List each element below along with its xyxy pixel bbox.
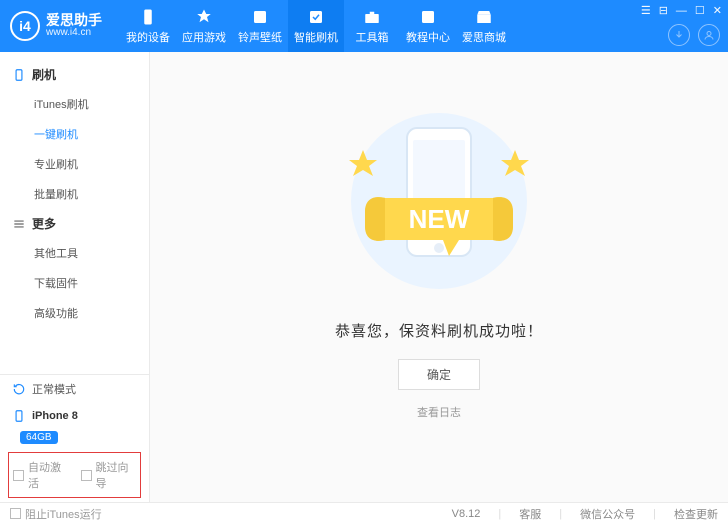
book-icon [419,8,437,26]
status-wechat[interactable]: 微信公众号 [580,506,635,522]
sidebar-item-download-fw[interactable]: 下载固件 [0,268,149,298]
nav-apps[interactable]: 应用游戏 [176,0,232,52]
user-button[interactable] [698,24,720,46]
success-illustration: NEW [150,106,728,296]
lock-icon[interactable]: ⊟ [659,4,668,17]
sidebar-item-other-tools[interactable]: 其他工具 [0,238,149,268]
checkbox-skip-wizard[interactable]: 跳过向导 [81,459,137,491]
success-message: 恭喜您，保资料刷机成功啦！ [335,320,543,341]
window-controls: ☰ ⊟ — ☐ ✕ [641,4,722,17]
phone-icon [139,8,157,26]
sidebar-item-pro-flash[interactable]: 专业刷机 [0,149,149,179]
app-icon [195,8,213,26]
sidebar-group-flash[interactable]: 刷机 [0,60,149,89]
checkbox-block-itunes[interactable]: 阻止iTunes运行 [10,506,102,522]
user-icon [703,29,715,41]
status-service[interactable]: 客服 [519,506,541,522]
checkbox-auto-activate[interactable]: 自动激活 [13,459,69,491]
top-nav: 我的设备 应用游戏 铃声壁纸 智能刷机 工具箱 教程中心 爱思商城 [120,0,512,52]
close-icon[interactable]: ✕ [713,4,722,17]
content-area: NEW 恭喜您，保资料刷机成功啦！ 确定 查看日志 [150,52,728,502]
phone-outline-icon [12,409,26,423]
store-icon [475,8,493,26]
sidebar-group-more[interactable]: 更多 [0,209,149,238]
titlebar: i4 爱思助手 www.i4.cn 我的设备 应用游戏 铃声壁纸 智能刷机 工具… [0,0,728,52]
new-badge-text: NEW [409,204,470,234]
nav-ringtones[interactable]: 铃声壁纸 [232,0,288,52]
nav-tools[interactable]: 工具箱 [344,0,400,52]
device-storage-badge: 64GB [20,431,58,444]
maximize-icon[interactable]: ☐ [695,4,705,17]
download-button[interactable] [668,24,690,46]
view-log-link[interactable]: 查看日志 [417,404,461,420]
brand-url: www.i4.cn [46,27,102,39]
logo-icon: i4 [10,11,40,41]
nav-store[interactable]: 爱思商城 [456,0,512,52]
refresh-icon [12,382,26,396]
device-mode[interactable]: 正常模式 [0,375,149,403]
app-logo: i4 爱思助手 www.i4.cn [10,11,102,41]
sidebar-item-itunes-flash[interactable]: iTunes刷机 [0,89,149,119]
sidebar-item-batch-flash[interactable]: 批量刷机 [0,179,149,209]
nav-flash[interactable]: 智能刷机 [288,0,344,52]
toolbox-icon [363,8,381,26]
options-highlight-box: 自动激活 跳过向导 [8,452,141,498]
status-bar: 阻止iTunes运行 V8.12 | 客服 | 微信公众号 | 检查更新 [0,502,728,524]
sidebar-item-advanced[interactable]: 高级功能 [0,298,149,328]
nav-tutorials[interactable]: 教程中心 [400,0,456,52]
flash-icon [307,8,325,26]
music-icon [251,8,269,26]
sidebar-item-oneclick-flash[interactable]: 一键刷机 [0,119,149,149]
phone-outline-icon [12,68,26,82]
sidebar: 刷机 iTunes刷机 一键刷机 专业刷机 批量刷机 更多 其他工具 下载固件 … [0,52,150,502]
version-label: V8.12 [452,508,481,520]
device-name[interactable]: iPhone 8 [0,403,149,429]
ok-button[interactable]: 确定 [398,359,480,390]
brand-name: 爱思助手 [46,13,102,27]
menu-icon [12,217,26,231]
status-update[interactable]: 检查更新 [674,506,718,522]
menu-icon[interactable]: ☰ [641,4,651,17]
nav-my-device[interactable]: 我的设备 [120,0,176,52]
download-icon [673,29,685,41]
minimize-icon[interactable]: — [676,5,687,17]
